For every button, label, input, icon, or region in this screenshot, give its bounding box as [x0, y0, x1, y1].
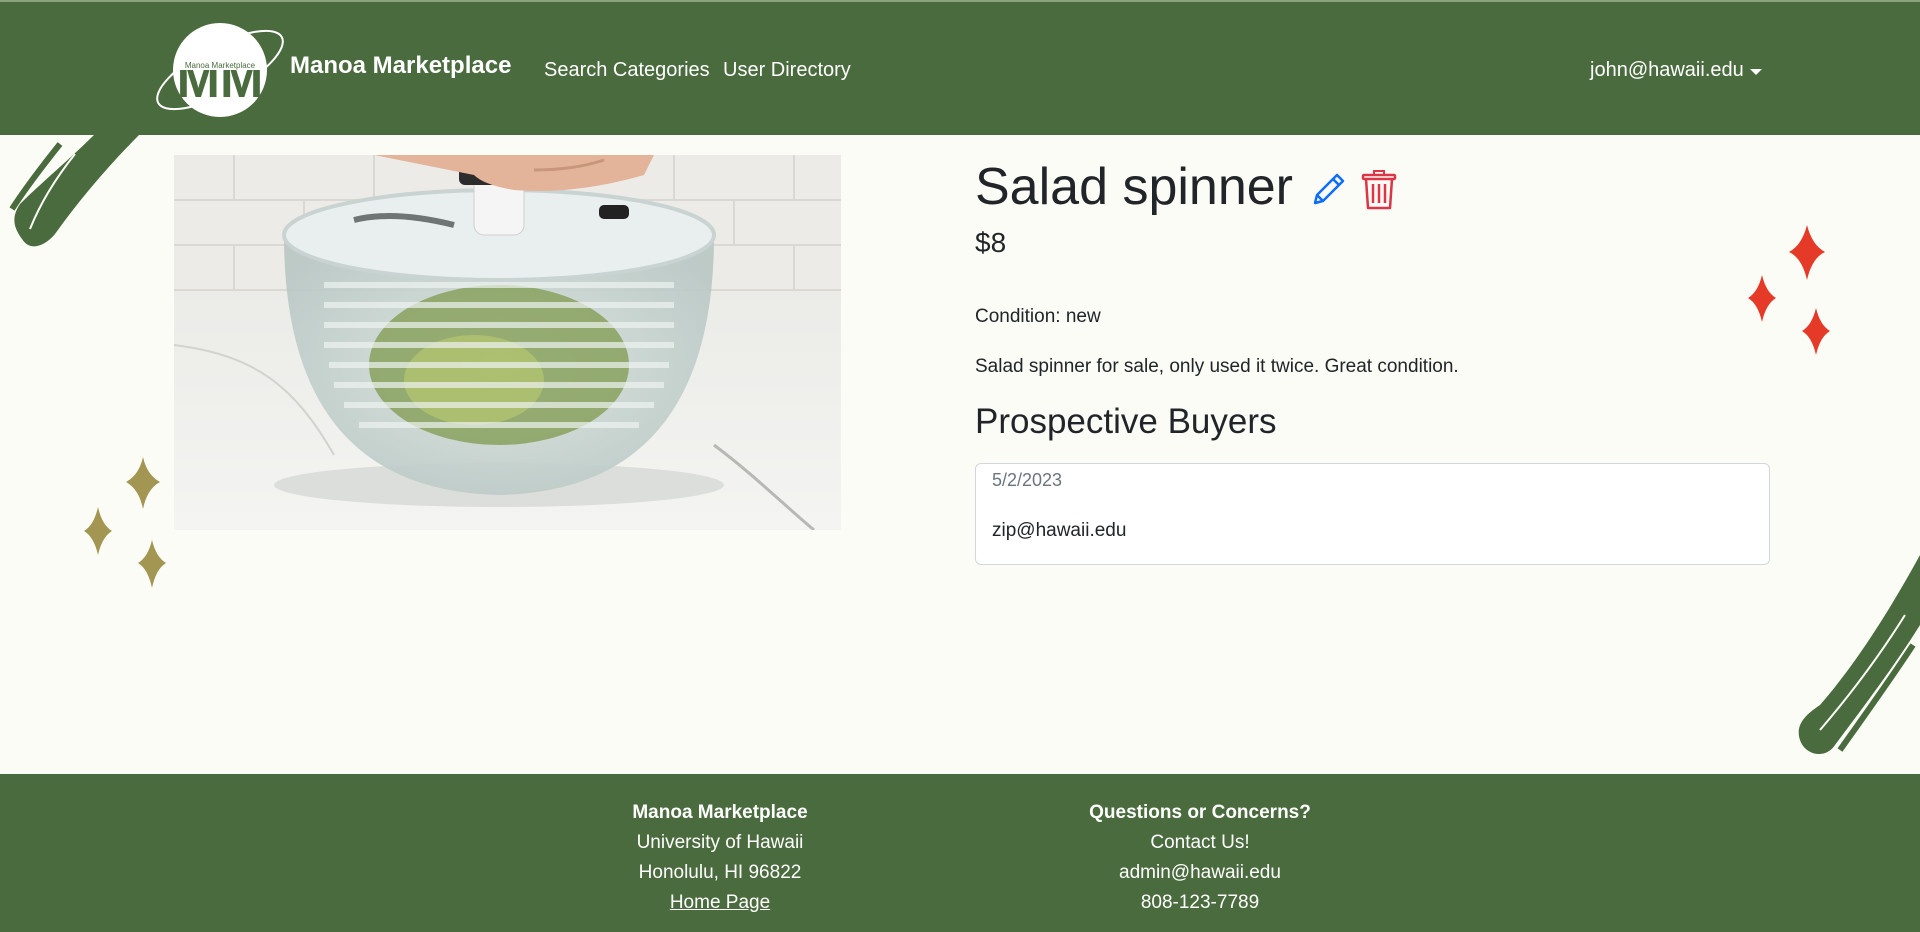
item-description: Salad spinner for sale, only used it twi… [975, 356, 1459, 377]
footer-contact-phone: 808-123-7789 [1140, 892, 1260, 913]
footer-contact-us: Contact Us! [1150, 832, 1250, 853]
buyer-date: 5/2/2023 [992, 470, 1063, 490]
item-price: $8 [975, 227, 1007, 258]
nav-user-directory[interactable]: User Directory [723, 59, 851, 82]
footer-contact-title: Questions or Concerns? [1089, 802, 1311, 823]
footer-city: Honolulu, HI 96822 [638, 862, 802, 883]
item-condition: Condition: new [975, 306, 1101, 327]
pencil-icon[interactable] [1307, 169, 1349, 211]
product-image [174, 155, 841, 530]
footer: Manoa Marketplace University of Hawaii H… [0, 774, 1920, 932]
brand-link[interactable]: Manoa Marketplace [290, 52, 511, 80]
user-email: john@hawaii.edu [1590, 59, 1744, 81]
footer-contact-column: Questions or Concerns? Contact Us! admin… [1050, 798, 1350, 918]
page: MM Manoa Marketplace Manoa Marketplace S… [0, 0, 1920, 932]
svg-text:Manoa Marketplace: Manoa Marketplace [185, 61, 256, 70]
sparkle-decoration [1748, 225, 1830, 355]
brush-stroke-decoration [1798, 555, 1920, 755]
sparkle-decoration [84, 457, 166, 588]
item-title-row: Salad spinner [975, 157, 1397, 217]
footer-contact-email: admin@hawaii.edu [1119, 862, 1281, 883]
user-dropdown[interactable]: john@hawaii.edu [1590, 59, 1762, 82]
item-title: Salad spinner [975, 158, 1293, 216]
prospective-buyers-heading: Prospective Buyers [975, 402, 1277, 441]
footer-address-column: Manoa Marketplace University of Hawaii H… [570, 798, 870, 918]
nav-search-categories[interactable]: Search Categories [544, 59, 710, 82]
footer-title: Manoa Marketplace [632, 802, 808, 823]
footer-university: University of Hawaii [636, 832, 804, 853]
trash-icon[interactable] [1361, 169, 1397, 211]
manoa-marketplace-logo: MM Manoa Marketplace [156, 23, 284, 117]
caret-down-icon [1749, 68, 1762, 75]
buyer-card: 5/2/2023 zip@hawaii.edu [975, 463, 1770, 565]
brush-stroke-decoration [9, 134, 141, 247]
home-page-link[interactable]: Home Page [670, 892, 770, 913]
logo[interactable]: MM Manoa Marketplace [150, 18, 290, 122]
buyer-email: zip@hawaii.edu [992, 520, 1127, 541]
navbar: MM Manoa Marketplace Manoa Marketplace S… [0, 0, 1920, 135]
